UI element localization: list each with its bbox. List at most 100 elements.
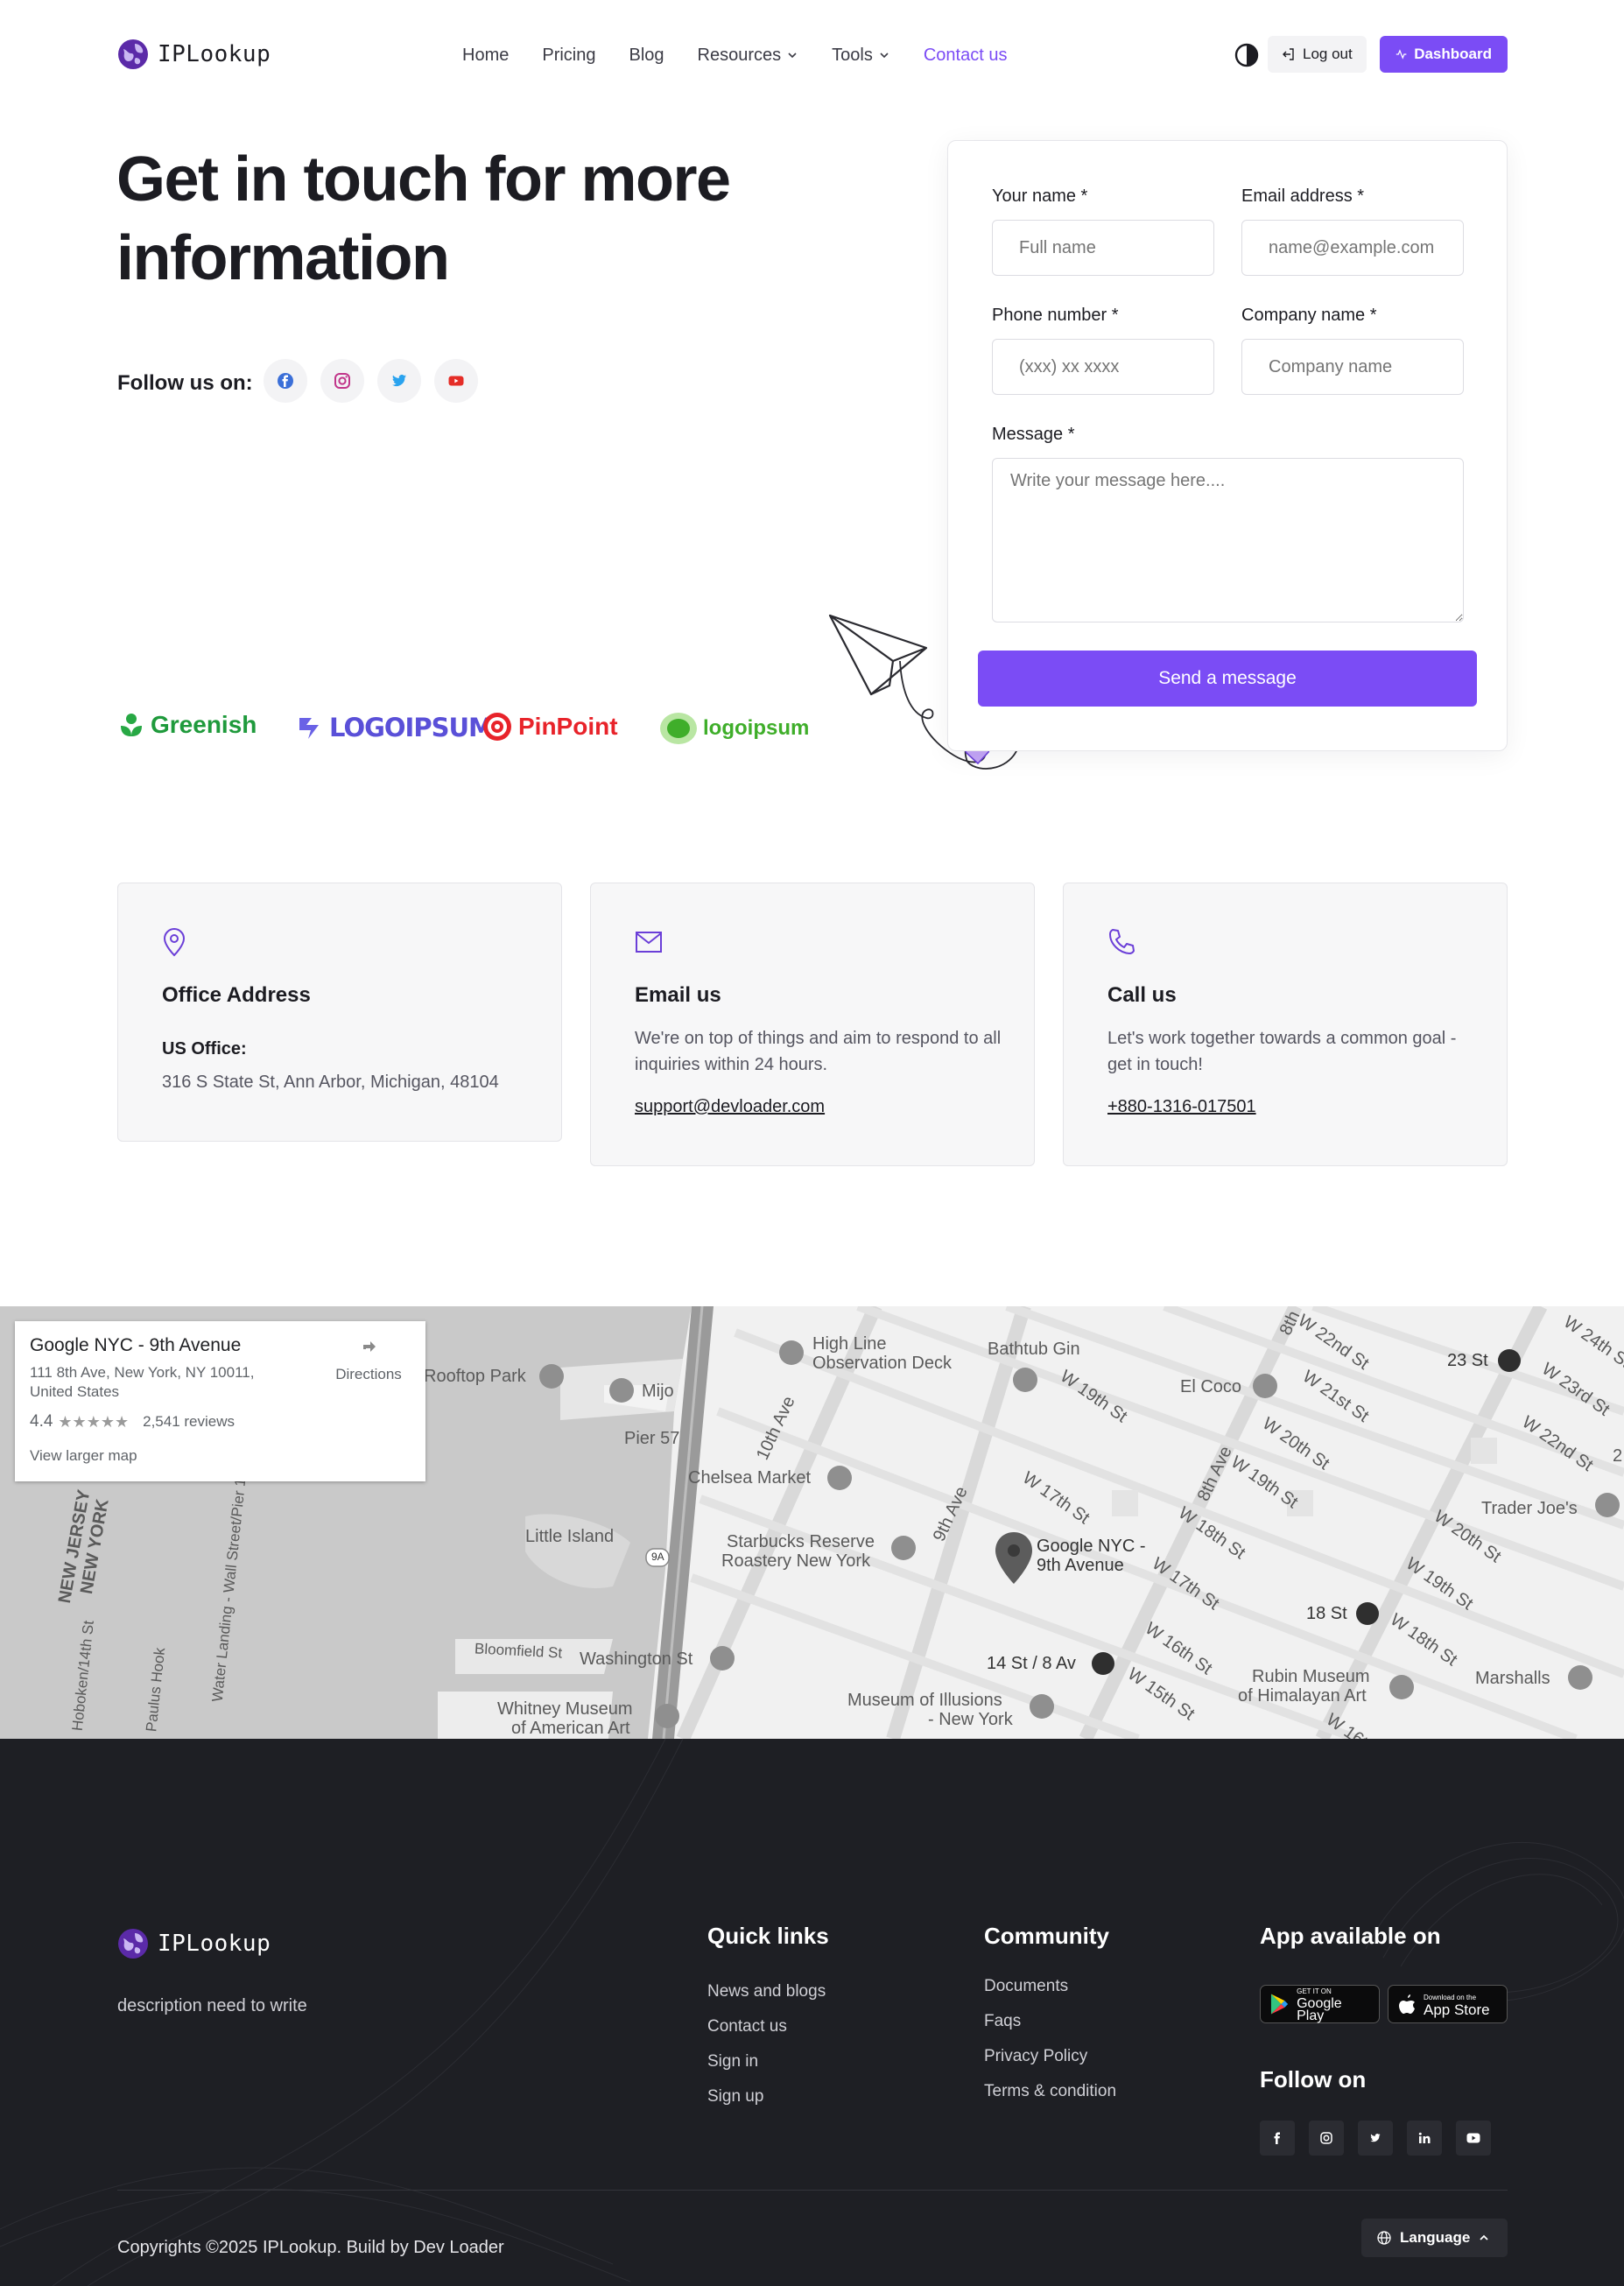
follow-label: Follow us on: (117, 371, 253, 395)
map-label: Roastery New York (721, 1551, 871, 1571)
language-selector[interactable]: Language (1361, 2219, 1508, 2257)
footer-link[interactable]: Faqs (984, 2012, 1021, 2031)
target-logo-icon (483, 713, 511, 741)
map-label: Mijo (642, 1382, 674, 1401)
brand-logoipsum-1: LOGOIPSUM (298, 713, 494, 742)
map-label: Starbucks Reserve (727, 1532, 875, 1551)
map-label: 2 (1613, 1446, 1623, 1466)
rating-stars: ★★★★★ (58, 1412, 130, 1431)
footer-logo[interactable]: IPLookup (117, 1928, 271, 1959)
nav-pricing[interactable]: Pricing (542, 46, 595, 66)
twitter-icon (1370, 2134, 1381, 2142)
brand-logoipsum-1-text: LOGOIPSUM (329, 713, 494, 742)
linkedin-icon (1418, 2132, 1431, 2143)
facebook-link[interactable] (264, 359, 307, 403)
map-label: Museum of Illusions (847, 1691, 1002, 1710)
brand-greenish: Greenish (117, 711, 257, 739)
logoipsum-mark-icon (299, 718, 319, 739)
nav-tools[interactable]: Tools (832, 46, 890, 66)
youtube-link[interactable] (1456, 2121, 1491, 2156)
email-card-title: Email us (635, 983, 721, 1007)
footer-link[interactable]: Contact us (707, 2017, 787, 2036)
name-input[interactable] (992, 220, 1214, 276)
office-address-card: Office Address US Office: 316 S State St… (117, 883, 562, 1142)
footer-link[interactable]: Sign in (707, 2052, 758, 2071)
map-label: 14 St / 8 Av (987, 1654, 1076, 1673)
review-count[interactable]: 2,541 reviews (143, 1413, 235, 1431)
instagram-icon (334, 373, 350, 389)
map-label: Little Island (525, 1527, 615, 1546)
map-label: Whitney Museum (497, 1699, 633, 1719)
brand-pinpoint-text: PinPoint (518, 713, 618, 740)
site-logo[interactable]: IPLookup (117, 39, 271, 70)
nav-home[interactable]: Home (462, 46, 509, 66)
email-input[interactable] (1241, 220, 1464, 276)
map-label: High Line (812, 1334, 887, 1354)
google-play-big: Google Play (1297, 1996, 1342, 2023)
twitter-link[interactable] (377, 359, 421, 403)
follow-on-title: Follow on (1260, 2066, 1367, 2093)
nav-resources[interactable]: Resources (698, 46, 799, 66)
google-play-badge[interactable]: GET IT ON Google Play (1260, 1985, 1380, 2023)
map-label: Rooftop Park (424, 1367, 526, 1386)
nav-blog[interactable]: Blog (629, 46, 664, 66)
globe-icon (1377, 2231, 1391, 2245)
app-available-title: App available on (1260, 1923, 1441, 1949)
map-label: of American Art (511, 1719, 630, 1738)
directions-button[interactable]: Directions (325, 1333, 412, 1383)
footer-link[interactable]: Sign up (707, 2087, 763, 2107)
activity-icon (1396, 49, 1407, 60)
app-store-badge[interactable]: Download on the App Store (1388, 1985, 1508, 2023)
map-label: Washington St (580, 1649, 693, 1669)
name-label: Your name * (992, 186, 1088, 206)
phone-number-link[interactable]: +880-1316-017501 (1107, 1097, 1256, 1117)
email-card-text: We're on top of things and aim to respon… (635, 1029, 1002, 1074)
youtube-link[interactable] (434, 359, 478, 403)
brand-greenish-text: Greenish (151, 711, 257, 738)
google-play-icon (1270, 1994, 1289, 2015)
footer-description: description need to write (117, 1996, 307, 2015)
dashboard-button[interactable]: Dashboard (1380, 36, 1508, 73)
map-label: Rubin Museum (1252, 1667, 1370, 1686)
phone-input[interactable] (992, 339, 1214, 395)
logo-text: IPLookup (158, 41, 271, 67)
theme-toggle-icon[interactable] (1234, 43, 1259, 67)
support-email-link[interactable]: support@devloader.com (635, 1097, 825, 1117)
youtube-icon (1466, 2133, 1480, 2143)
message-textarea[interactable] (992, 458, 1464, 622)
leaf-logo-icon (121, 714, 142, 736)
linkedin-link[interactable] (1407, 2121, 1442, 2156)
embedded-map[interactable]: Rooftop Park Mijo Pier 57 High Line Obse… (0, 1306, 1624, 1739)
map-label: 23 St (1447, 1351, 1488, 1370)
place-address: 111 8th Ave, New York, NY 10011, United … (30, 1364, 255, 1400)
language-label: Language (1400, 2229, 1471, 2246)
community-title: Community (984, 1923, 1109, 1949)
send-message-button[interactable]: Send a message (978, 651, 1477, 707)
office-address-title: Office Address (162, 983, 311, 1007)
logout-button[interactable]: Log out (1268, 36, 1367, 73)
facebook-link[interactable] (1260, 2121, 1295, 2156)
instagram-link[interactable] (1309, 2121, 1344, 2156)
hero-social-links (264, 359, 478, 403)
place-name: Google NYC - 9th Avenue (30, 1335, 242, 1355)
footer-link[interactable]: Terms & condition (984, 2082, 1116, 2101)
map-label: 18 St (1306, 1604, 1347, 1623)
footer-link[interactable]: News and blogs (707, 1982, 826, 2001)
footer-link[interactable]: Documents (984, 1977, 1068, 1996)
chevron-down-icon (880, 53, 889, 59)
map-place-card: Google NYC - 9th Avenue 111 8th Ave, New… (15, 1321, 425, 1481)
call-card-text: Let's work together towards a common goa… (1107, 1029, 1457, 1074)
map-label: Trader Joe's (1481, 1499, 1578, 1518)
twitter-link[interactable] (1358, 2121, 1393, 2156)
instagram-link[interactable] (320, 359, 364, 403)
view-larger-map-link[interactable]: View larger map (30, 1447, 137, 1465)
footer-social-links (1260, 2121, 1491, 2156)
footer-link[interactable]: Privacy Policy (984, 2047, 1087, 2066)
map-label: of Himalayan Art (1238, 1686, 1367, 1706)
twitter-icon (392, 374, 406, 387)
company-input[interactable] (1241, 339, 1464, 395)
youtube-icon (448, 376, 464, 386)
brand-pinpoint: PinPoint (482, 711, 618, 742)
nav-contact[interactable]: Contact us (924, 46, 1008, 66)
brand-logoipsum-2-text: logoipsum (703, 716, 810, 740)
